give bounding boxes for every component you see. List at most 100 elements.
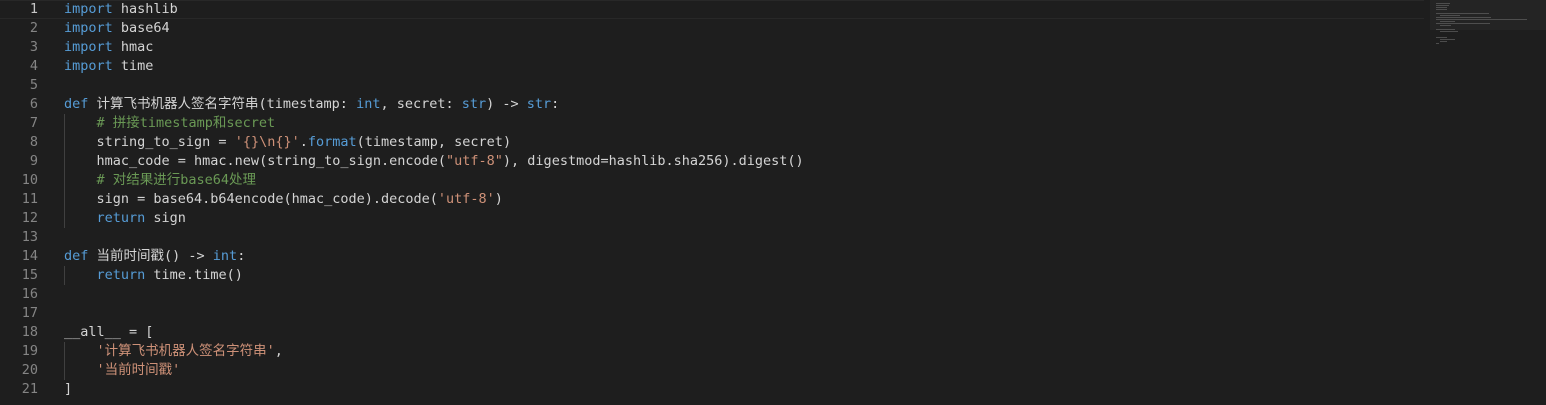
minimap-line [1436,17,1491,18]
code-token: hmac_code = hmac.new(string_to_sign.enco… [64,153,447,169]
line-number: 19 [21,343,38,359]
code-token: # 对结果进行base64处理 [96,172,257,188]
line-number: 3 [29,39,38,55]
code-token: : [551,96,560,112]
code-token: "utf-8" [446,153,503,169]
code-token: (timestamp, secret) [356,134,512,150]
minimap-line [1440,39,1455,40]
code-token: base64 [112,20,170,36]
code-line[interactable]: # 拼接timestamp和secret [64,114,1424,133]
minimap-line [1436,9,1447,10]
code-token: sign [145,210,186,226]
code-token: time.time() [145,267,243,283]
code-line[interactable]: import base64 [64,19,1424,38]
minimap-line [1436,23,1490,24]
line-number: 20 [21,362,38,378]
code-line[interactable] [64,76,1424,95]
code-token: import [64,20,113,36]
line-number: 8 [29,134,38,150]
code-line[interactable]: import hmac [64,38,1424,57]
line-number: 12 [21,210,38,226]
code-token: hmac [112,39,154,55]
code-token: return [96,267,146,283]
minimap-line [1440,15,1460,16]
line-number: 17 [21,305,38,321]
indent-guide [64,361,65,380]
code-token: : [237,248,246,264]
code-line[interactable]: return sign [64,209,1424,228]
code-token: int [212,248,238,264]
line-number: 16 [21,286,38,302]
line-number: 13 [21,229,38,245]
code-line[interactable]: '当前时间戳' [64,361,1424,380]
minimap-line [1436,29,1455,30]
code-token: ) -> [486,96,527,112]
minimap-line [1440,21,1455,22]
code-token: ) [494,191,503,207]
code-line[interactable]: def 当前时间戳() -> int: [64,247,1424,266]
minimap-line [1440,41,1447,42]
code-line[interactable]: __all__ = [ [64,323,1424,342]
code-token: int [356,96,381,112]
code-line[interactable] [64,228,1424,247]
code-token: , [274,343,283,359]
code-line[interactable]: sign = base64.b64encode(hmac_code).decod… [64,190,1424,209]
minimap-line [1436,13,1489,14]
code-token: # 拼接timestamp和secret [96,115,276,131]
code-token: format [307,134,357,150]
line-number: 9 [29,153,38,169]
code-line[interactable]: return time.time() [64,266,1424,285]
line-number: 15 [21,267,38,283]
line-number: 14 [21,248,38,264]
code-token: def [64,248,89,264]
minimap-line [1440,31,1458,32]
indent-guide [64,209,65,228]
line-number: 21 [21,381,38,397]
indent-guide [64,190,65,209]
code-line[interactable]: '计算飞书机器人签名字符串', [64,342,1424,361]
code-token: ] [64,381,73,397]
code-line[interactable]: ] [64,380,1424,399]
code-token: '当前时间戳' [96,362,181,378]
line-number-gutter: 1 2 3 4 5 6 7 8 9 10 11 12 13 14 15 16 17 18 19 20 21 [0,0,50,405]
code-line[interactable] [64,304,1424,323]
code-token: '{}\n{}' [234,134,300,150]
code-line[interactable]: import time [64,57,1424,76]
code-token: hashlib [112,1,178,17]
code-area[interactable]: import hashlib import base64 import hmac im… [0,0,1424,405]
minimap-line [1440,25,1451,26]
indent-guide [64,152,65,171]
code-line[interactable]: hmac_code = hmac.new(string_to_sign.enco… [64,152,1424,171]
code-token: string_to_sign = [64,134,235,150]
line-number: 5 [29,77,38,93]
minimap-line [1436,7,1447,8]
code-line[interactable]: def 计算飞书机器人签名字符串(timestamp: int, secret:… [64,95,1424,114]
code-token: , secret: [380,96,462,112]
code-token: . [299,134,308,150]
indent-guide [64,171,65,190]
indent-guide [64,133,65,152]
indent-guide [64,114,65,133]
line-number: 10 [21,172,38,188]
line-number: 4 [29,58,38,74]
indent-guide [64,266,65,285]
code-line[interactable]: import hashlib [0,0,1424,19]
minimap[interactable] [1430,0,1546,405]
code-line[interactable]: # 对结果进行base64处理 [64,171,1424,190]
minimap-line [1436,37,1447,38]
line-number: 7 [29,115,38,131]
code-token: ), digestmod=hashlib.sha256).digest() [502,153,804,169]
line-number: 2 [29,20,38,36]
code-editor[interactable]: 1 2 3 4 5 6 7 8 9 10 11 12 13 14 15 16 17 18 19 20 21 import… [0,0,1546,405]
code-token: __all__ = [ [64,324,154,340]
code-line[interactable]: string_to_sign = '{}\n{}'.format(timesta… [64,133,1424,152]
minimap-line [1436,43,1439,44]
code-line[interactable] [64,285,1424,304]
code-token: import [64,1,113,17]
